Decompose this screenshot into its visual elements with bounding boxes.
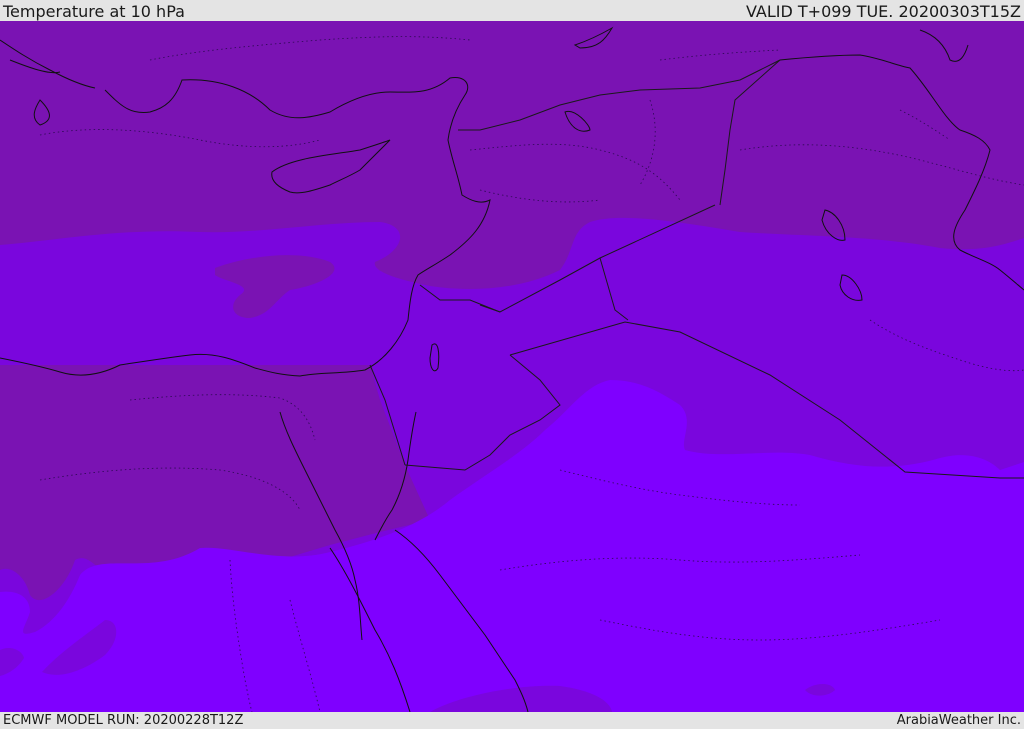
footer-bar: ECMWF MODEL RUN: 20200228T12Z ArabiaWeat… <box>0 712 1024 729</box>
map-viewer: Temperature at 10 hPa VALID T+099 TUE. 2… <box>0 0 1024 729</box>
header-bar: Temperature at 10 hPa VALID T+099 TUE. 2… <box>0 0 1024 21</box>
map-title: Temperature at 10 hPa <box>3 2 185 21</box>
credit-label: ArabiaWeather Inc. <box>896 713 1021 728</box>
valid-time-label: VALID T+099 TUE. 20200303T15Z <box>745 2 1021 21</box>
temperature-map <box>0 21 1024 712</box>
model-run-label: ECMWF MODEL RUN: 20200228T12Z <box>3 713 244 728</box>
